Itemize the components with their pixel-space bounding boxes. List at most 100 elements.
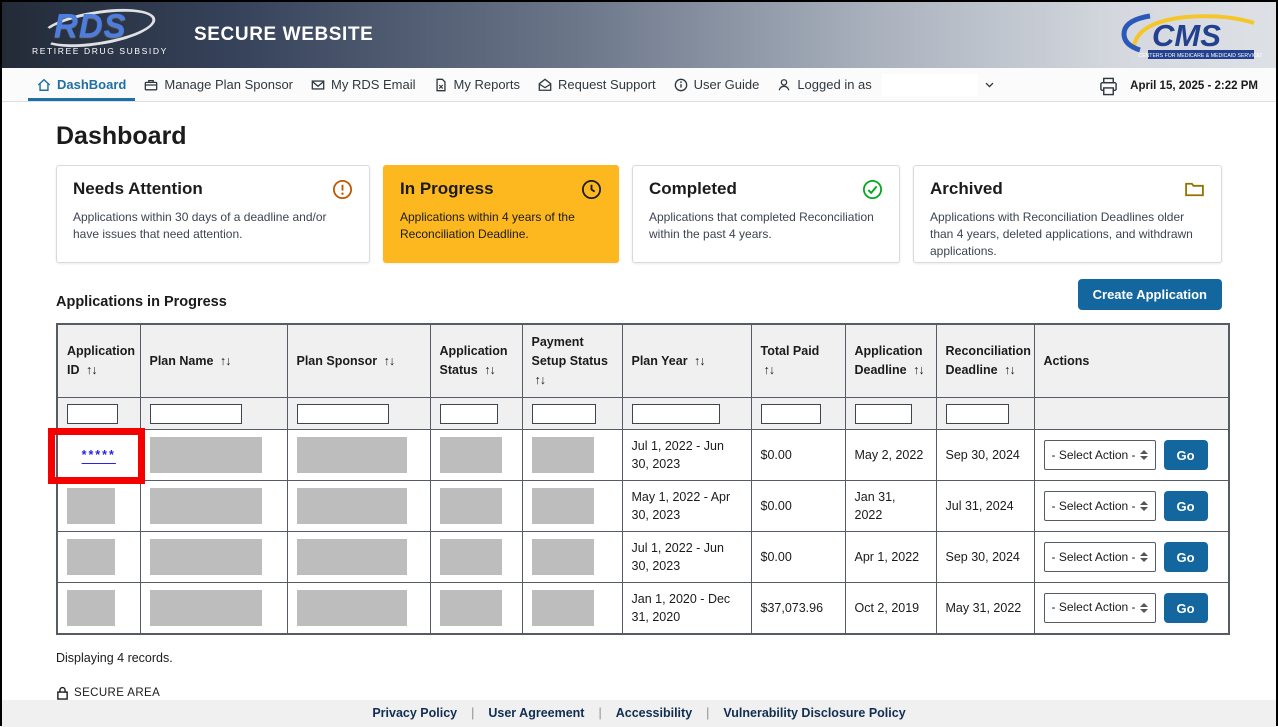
card-description: Applications with Reconciliation Deadlin… bbox=[930, 209, 1205, 259]
filter-input-payment-setup-status[interactable] bbox=[532, 404, 597, 424]
footer-separator: | bbox=[598, 706, 601, 720]
print-icon[interactable] bbox=[1099, 77, 1118, 96]
column-header-application-deadline[interactable]: Application Deadline ↑↓ bbox=[845, 324, 936, 398]
nav-item-my-reports[interactable]: My Reports bbox=[425, 68, 529, 101]
column-header-payment-setup-status[interactable]: Payment Setup Status ↑↓ bbox=[522, 324, 622, 398]
sort-icon: ↑↓ bbox=[694, 354, 705, 368]
chevron-down-icon[interactable] bbox=[984, 79, 995, 90]
footer-link-vulnerability-disclosure-policy[interactable]: Vulnerability Disclosure Policy bbox=[723, 706, 905, 720]
action-select[interactable]: - Select Action - bbox=[1044, 491, 1156, 521]
footer-link-accessibility[interactable]: Accessibility bbox=[616, 706, 692, 720]
redacted-payment-setup-status bbox=[532, 590, 594, 626]
user-switcher[interactable]: Logged in as bbox=[768, 68, 1003, 101]
go-button[interactable]: Go bbox=[1164, 491, 1208, 521]
footer-link-user-agreement[interactable]: User Agreement bbox=[488, 706, 584, 720]
column-header-plan-sponsor[interactable]: Plan Sponsor ↑↓ bbox=[287, 324, 430, 398]
footer-separator: | bbox=[706, 706, 709, 720]
card-title: Completed bbox=[649, 179, 737, 199]
redacted-application-status bbox=[440, 437, 502, 473]
sort-icon: ↑↓ bbox=[913, 363, 924, 377]
filter-input-reconciliation-deadline[interactable] bbox=[946, 404, 1009, 424]
action-select[interactable]: - Select Action - bbox=[1044, 440, 1156, 470]
site-title: SECURE WEBSITE bbox=[194, 24, 373, 46]
nav-item-label: My RDS Email bbox=[331, 77, 416, 92]
nav-item-manage-plan-sponsor[interactable]: Manage Plan Sponsor bbox=[135, 68, 302, 101]
sort-icon: ↑↓ bbox=[86, 363, 97, 377]
go-button[interactable]: Go bbox=[1164, 542, 1208, 572]
applications-table: Application ID ↑↓ Plan Name ↑↓ Plan Spon… bbox=[56, 323, 1230, 635]
filter-input-total-paid[interactable] bbox=[761, 404, 821, 424]
cms-logo: CMS CENTERS FOR MEDICARE & MEDICAID SERV… bbox=[1110, 10, 1262, 62]
reconciliation-deadline-cell: Jul 31, 2024 bbox=[936, 481, 1034, 532]
action-select[interactable]: - Select Action - bbox=[1044, 593, 1156, 623]
envelope-open-icon bbox=[538, 78, 552, 92]
reconciliation-deadline-cell: Sep 30, 2024 bbox=[936, 532, 1034, 583]
filter-input-application-id[interactable] bbox=[67, 404, 118, 424]
card-archived[interactable]: Archived Applications with Reconciliatio… bbox=[913, 165, 1222, 263]
section-header-row: Applications in Progress Create Applicat… bbox=[56, 279, 1222, 310]
redacted-plan-sponsor bbox=[297, 488, 407, 524]
column-header-plan-name[interactable]: Plan Name ↑↓ bbox=[140, 324, 287, 398]
total-paid-cell: $0.00 bbox=[751, 430, 845, 481]
file-icon bbox=[434, 78, 448, 92]
redacted-application-id bbox=[67, 488, 115, 524]
go-button[interactable]: Go bbox=[1164, 593, 1208, 623]
application-deadline-cell: Apr 1, 2022 bbox=[845, 532, 936, 583]
briefcase-icon bbox=[144, 78, 158, 92]
create-application-button[interactable]: Create Application bbox=[1078, 279, 1222, 310]
footer-separator: | bbox=[471, 706, 474, 720]
folder-icon bbox=[1184, 179, 1205, 200]
action-select[interactable]: - Select Action - bbox=[1044, 542, 1156, 572]
filter-input-application-deadline[interactable] bbox=[855, 404, 913, 424]
footer: Privacy Policy | User Agreement | Access… bbox=[2, 700, 1276, 727]
filter-input-plan-year[interactable] bbox=[632, 404, 720, 424]
application-deadline-cell: May 2, 2022 bbox=[845, 430, 936, 481]
cms-logo-subtext: CENTERS FOR MEDICARE & MEDICAID SERVICES bbox=[1138, 53, 1262, 59]
redacted-plan-sponsor bbox=[297, 590, 407, 626]
select-arrows-icon bbox=[1140, 552, 1148, 562]
reconciliation-deadline-cell: Sep 30, 2024 bbox=[936, 430, 1034, 481]
application-id-link[interactable]: ***** bbox=[82, 448, 116, 462]
person-icon bbox=[777, 78, 791, 92]
filter-input-plan-name[interactable] bbox=[150, 404, 242, 424]
main-content: Dashboard Needs Attention Applications w… bbox=[2, 102, 1276, 700]
column-header-reconciliation-deadline[interactable]: Reconciliation Deadline ↑↓ bbox=[936, 324, 1034, 398]
nav-item-user-guide[interactable]: User Guide bbox=[665, 68, 769, 101]
sort-icon: ↑↓ bbox=[764, 363, 775, 377]
nav-item-dashboard[interactable]: DashBoard bbox=[28, 68, 135, 101]
table-row: Jul 1, 2022 - Jun 30, 2023 $0.00 Apr 1, … bbox=[57, 532, 1229, 583]
column-header-actions: Actions bbox=[1034, 324, 1229, 398]
card-completed[interactable]: Completed Applications that completed Re… bbox=[632, 165, 900, 263]
nav-item-label: Manage Plan Sponsor bbox=[164, 77, 293, 92]
current-datetime: April 15, 2025 - 2:22 PM bbox=[1130, 80, 1258, 92]
redacted-application-id bbox=[67, 539, 115, 575]
redacted-payment-setup-status bbox=[532, 437, 594, 473]
alert-icon bbox=[332, 179, 353, 200]
filter-input-plan-sponsor[interactable] bbox=[297, 404, 389, 424]
card-in-progress[interactable]: In Progress Applications within 4 years … bbox=[383, 165, 619, 263]
cms-logo-text: CMS bbox=[1152, 18, 1221, 53]
plan-year-cell: Jul 1, 2022 - Jun 30, 2023 bbox=[622, 532, 751, 583]
redacted-payment-setup-status bbox=[532, 539, 594, 575]
reconciliation-deadline-cell: May 31, 2022 bbox=[936, 583, 1034, 634]
column-header-application-id[interactable]: Application ID ↑↓ bbox=[57, 324, 140, 398]
records-summary: Displaying 4 records. bbox=[56, 651, 1222, 665]
card-needs-attention[interactable]: Needs Attention Applications within 30 d… bbox=[56, 165, 370, 263]
envelope-icon bbox=[311, 78, 325, 92]
nav-item-label: My Reports bbox=[454, 77, 520, 92]
table-header-row: Application ID ↑↓ Plan Name ↑↓ Plan Spon… bbox=[57, 324, 1229, 398]
application-deadline-cell: Oct 2, 2019 bbox=[845, 583, 936, 634]
nav-item-label: Request Support bbox=[558, 77, 656, 92]
column-header-application-status[interactable]: Application Status ↑↓ bbox=[430, 324, 522, 398]
nav-item-my-rds-email[interactable]: My RDS Email bbox=[302, 68, 425, 101]
nav-item-request-support[interactable]: Request Support bbox=[529, 68, 665, 101]
column-header-plan-year[interactable]: Plan Year ↑↓ bbox=[622, 324, 751, 398]
total-paid-cell: $0.00 bbox=[751, 481, 845, 532]
filter-input-application-status[interactable] bbox=[440, 404, 498, 424]
column-header-total-paid[interactable]: Total Paid ↑↓ bbox=[751, 324, 845, 398]
footer-link-privacy-policy[interactable]: Privacy Policy bbox=[372, 706, 457, 720]
clock-icon bbox=[581, 179, 602, 200]
plan-year-cell: Jul 1, 2022 - Jun 30, 2023 bbox=[622, 430, 751, 481]
check-circle-icon bbox=[862, 179, 883, 200]
go-button[interactable]: Go bbox=[1164, 440, 1208, 470]
